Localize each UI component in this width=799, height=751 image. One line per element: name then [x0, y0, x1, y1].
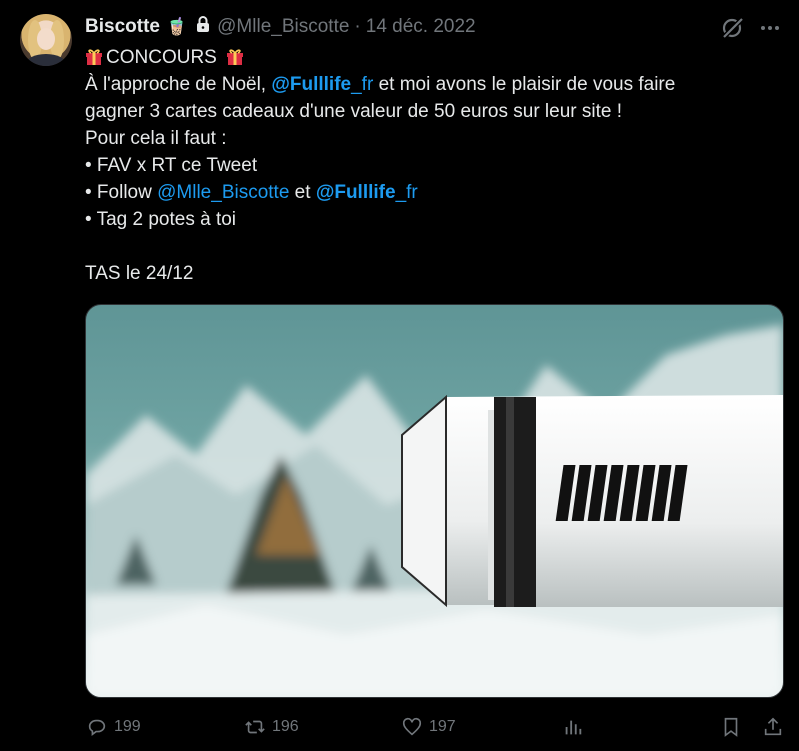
grok-icon[interactable]: [720, 15, 746, 41]
more-icon[interactable]: [757, 15, 783, 41]
tweet-media-image[interactable]: [85, 304, 784, 698]
like-count: 197: [429, 718, 456, 735]
share-icon: [764, 717, 782, 736]
retweet-button[interactable]: 196: [244, 712, 299, 742]
retweet-count: 196: [272, 718, 299, 735]
views-button[interactable]: [562, 712, 584, 742]
mention-link[interactable]: @Fulllife_fr: [316, 182, 418, 203]
text-line: • Tag 2 potes à toi: [85, 209, 237, 230]
text-segment: et moi avons le plaisir de vous faire: [373, 74, 676, 95]
reply-count: 199: [114, 718, 141, 735]
mention-link[interactable]: @Fulllife_fr: [271, 74, 373, 95]
gift-icon: [227, 49, 244, 65]
retweet-icon: [245, 720, 265, 734]
reply-button[interactable]: 199: [86, 712, 141, 742]
bookmark-icon: [724, 717, 738, 737]
text-segment: et: [289, 182, 316, 203]
name-emoji: 🧋: [165, 17, 188, 36]
text-line: • FAV x RT ce Tweet: [85, 155, 258, 176]
like-button[interactable]: 197: [401, 712, 456, 742]
analytics-icon: [565, 720, 582, 735]
text-segment: À l'approche de Noël,: [85, 74, 272, 95]
text-line: gagner 3 cartes cadeaux d'une valeur de …: [85, 101, 623, 122]
separator-dot: ·: [354, 16, 361, 37]
avatar[interactable]: [20, 14, 72, 66]
tweet-header: Biscotte 🧋 @Mlle_Biscotte · 14 déc. 2022: [85, 14, 476, 40]
user-handle[interactable]: @Mlle_Biscotte: [217, 16, 349, 38]
lock-icon: [195, 15, 211, 39]
tweet-actions: 199 196 197: [0, 712, 799, 742]
mention-link[interactable]: @Mlle_Biscotte: [157, 182, 289, 203]
tweet-text: CONCOURS À l'approche de Noël, @Fulllife…: [85, 44, 775, 287]
display-name[interactable]: Biscotte: [85, 16, 160, 38]
text-segment: • Follow: [85, 182, 158, 203]
text-line: Pour cela il faut :: [85, 128, 227, 149]
share-button[interactable]: [762, 712, 784, 742]
tweet-date[interactable]: 14 déc. 2022: [366, 16, 476, 38]
heart-icon: [402, 717, 422, 736]
bookmark-button[interactable]: [720, 712, 742, 742]
gift-icon: [86, 49, 102, 65]
reply-icon: [88, 719, 106, 736]
text-line: TAS le 24/12: [85, 263, 194, 284]
contest-title: CONCOURS: [106, 47, 217, 68]
